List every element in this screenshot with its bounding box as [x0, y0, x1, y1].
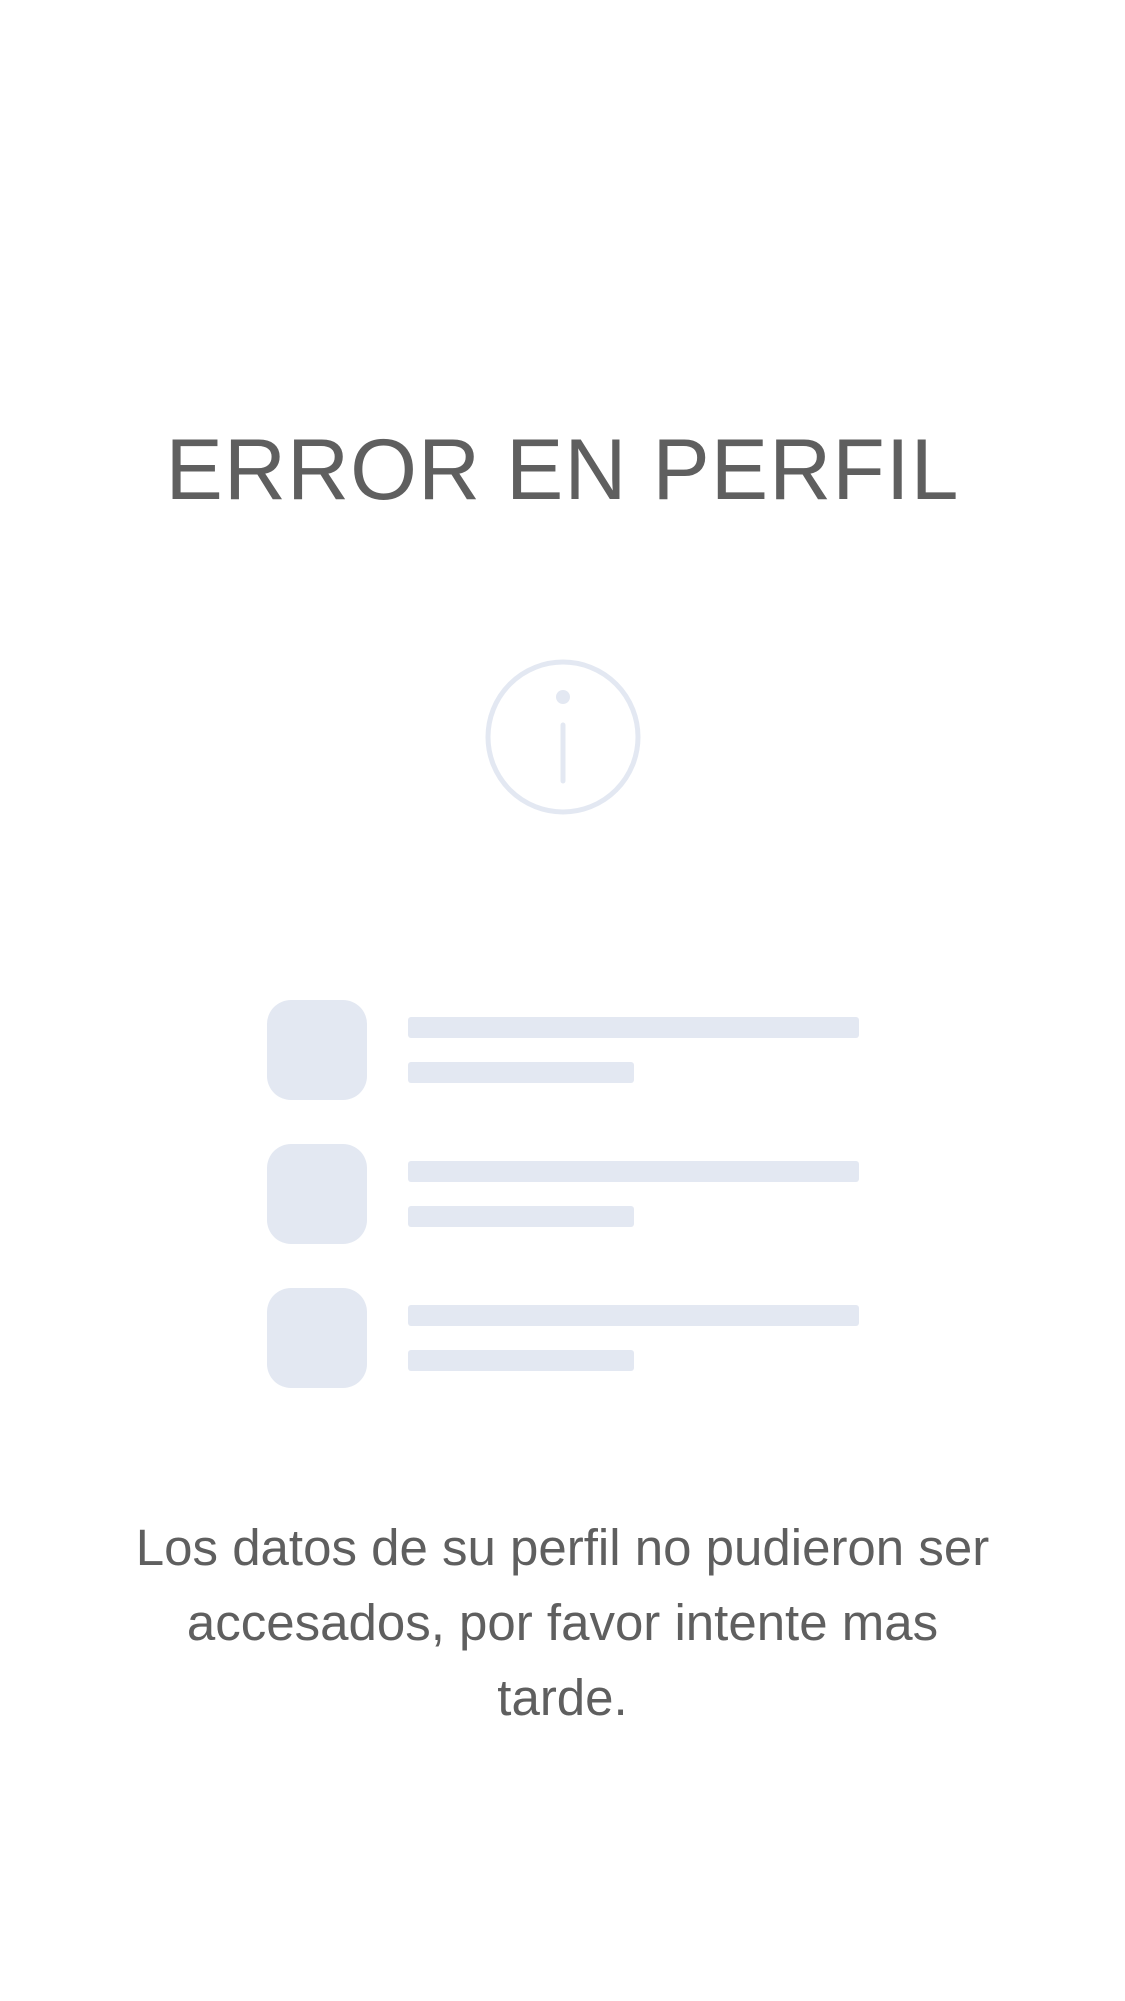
placeholder-line — [408, 1350, 634, 1371]
placeholder-line — [408, 1161, 859, 1182]
placeholder-line — [408, 1017, 859, 1038]
placeholder-list-item — [267, 1000, 859, 1100]
placeholder-line — [408, 1206, 634, 1227]
placeholder-list-item — [267, 1144, 859, 1244]
placeholder-thumbnail — [267, 1000, 367, 1100]
placeholder-line — [408, 1062, 634, 1083]
page-title: ERROR EN PERFIL — [165, 422, 960, 518]
error-message: Los datos de su perfil no pudieron ser a… — [135, 1519, 990, 1726]
placeholder-line — [408, 1305, 859, 1326]
info-icon — [485, 659, 641, 815]
placeholder-thumbnail — [267, 1144, 367, 1244]
placeholder-thumbnail — [267, 1288, 367, 1388]
placeholder-list-item — [267, 1288, 859, 1388]
